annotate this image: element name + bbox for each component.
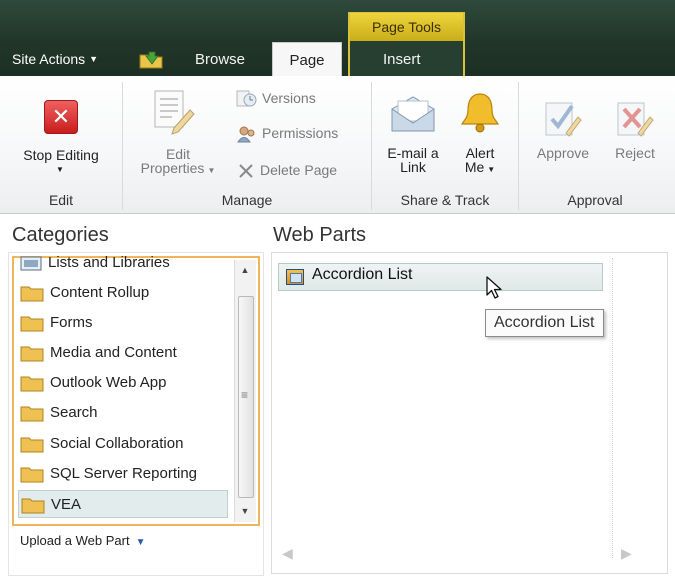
web-part-label: Accordion List [312, 266, 413, 283]
stop-editing-button[interactable]: Stop Editing [4, 148, 118, 162]
folder-icon [21, 498, 45, 514]
reject-button[interactable]: Reject [604, 146, 666, 160]
group-label-manage: Manage [221, 192, 273, 208]
email-link-icon[interactable] [388, 95, 438, 135]
folder-icon [20, 316, 44, 332]
folder-icon [20, 467, 44, 483]
next-arrow-icon[interactable]: ▶ [621, 545, 632, 562]
category-item[interactable]: Media and Content [20, 339, 232, 367]
alert-label-2: Me ▼ [464, 159, 496, 175]
group-separator [371, 82, 372, 210]
page-tools-label: Page Tools [350, 13, 463, 41]
delete-page-button[interactable]: Delete Page [236, 158, 337, 182]
previous-arrow-icon[interactable]: ◀ [282, 545, 293, 562]
category-item[interactable]: Forms [20, 309, 232, 337]
permissions-icon [237, 126, 255, 143]
site-actions-label: Site Actions [12, 51, 86, 67]
web-part-tooltip: Accordion List [485, 309, 604, 337]
category-item[interactable]: SQL Server Reporting [20, 460, 232, 488]
tab-browse[interactable]: Browse [195, 44, 245, 76]
reject-icon[interactable] [612, 95, 656, 139]
web-parts-pane [271, 252, 668, 574]
edit-properties-icon [154, 90, 195, 135]
category-item[interactable]: Social Collaboration [20, 430, 232, 458]
group-label-edit: Edit [48, 192, 74, 208]
email-label-2: Link [400, 159, 426, 175]
category-item[interactable]: Outlook Web App [20, 369, 232, 397]
pane-divider [612, 258, 613, 558]
navigate-up-icon[interactable] [138, 49, 164, 69]
chevron-down-icon[interactable]: ▼ [56, 165, 64, 174]
group-separator [122, 82, 123, 210]
group-separator [518, 82, 519, 210]
tab-insert[interactable]: Insert [383, 44, 421, 76]
tab-page[interactable]: Page [272, 42, 342, 78]
category-item[interactable]: Search [20, 399, 232, 427]
upload-web-part-link[interactable]: Upload a Web Part ▼ [20, 533, 146, 548]
approve-button[interactable]: Approve [524, 146, 602, 160]
versions-label: Versions [262, 90, 316, 106]
site-actions-menu[interactable]: Site Actions ▼ [12, 44, 98, 74]
edit-properties-label-1: Edit [165, 146, 191, 162]
chevron-down-icon: ▼ [89, 54, 99, 64]
versions-button[interactable]: Versions [236, 86, 316, 110]
chevron-down-icon: ▼ [135, 537, 146, 548]
category-item[interactable]: Lists and Libraries [20, 249, 232, 277]
folder-icon [20, 286, 44, 302]
mouse-cursor-icon [486, 276, 502, 299]
web-part-icon [286, 269, 304, 285]
folder-icon [20, 376, 44, 392]
categories-title: Categories [12, 224, 109, 246]
scroll-down-icon[interactable]: ▼ [236, 503, 254, 519]
folder-icon [20, 437, 44, 453]
delete-page-label: Delete Page [260, 162, 338, 178]
scroll-up-icon[interactable]: ▲ [236, 262, 254, 278]
folder-icon [20, 406, 44, 422]
alert-label-1: Alert [465, 145, 495, 161]
category-item[interactable]: Content Rollup [20, 279, 232, 307]
folder-icon [20, 346, 44, 362]
upload-web-part-label: Upload a Web Part [20, 533, 130, 548]
bell-icon[interactable] [458, 90, 502, 134]
edit-properties-button[interactable]: Edit Properties ▼ [128, 147, 228, 178]
category-item-selected[interactable]: VEA [18, 490, 228, 518]
close-icon[interactable]: ✕ [44, 100, 78, 134]
edit-properties-label-2: Properties ▼ [140, 160, 216, 176]
approve-icon[interactable] [540, 95, 584, 139]
list-icon [20, 256, 42, 271]
alert-me-button[interactable]: Alert Me ▼ [448, 146, 512, 177]
web-parts-title: Web Parts [273, 224, 366, 246]
versions-icon [236, 90, 257, 107]
delete-icon [239, 164, 253, 179]
email-link-button[interactable]: E-mail a Link [378, 146, 448, 174]
group-label-approval: Approval [567, 192, 623, 208]
permissions-button[interactable]: Permissions [236, 121, 338, 145]
email-label-1: E-mail a [387, 145, 439, 161]
group-label-share-track: Share & Track [400, 192, 490, 208]
permissions-label: Permissions [262, 125, 339, 141]
grip-icon: ≡ [241, 388, 249, 402]
